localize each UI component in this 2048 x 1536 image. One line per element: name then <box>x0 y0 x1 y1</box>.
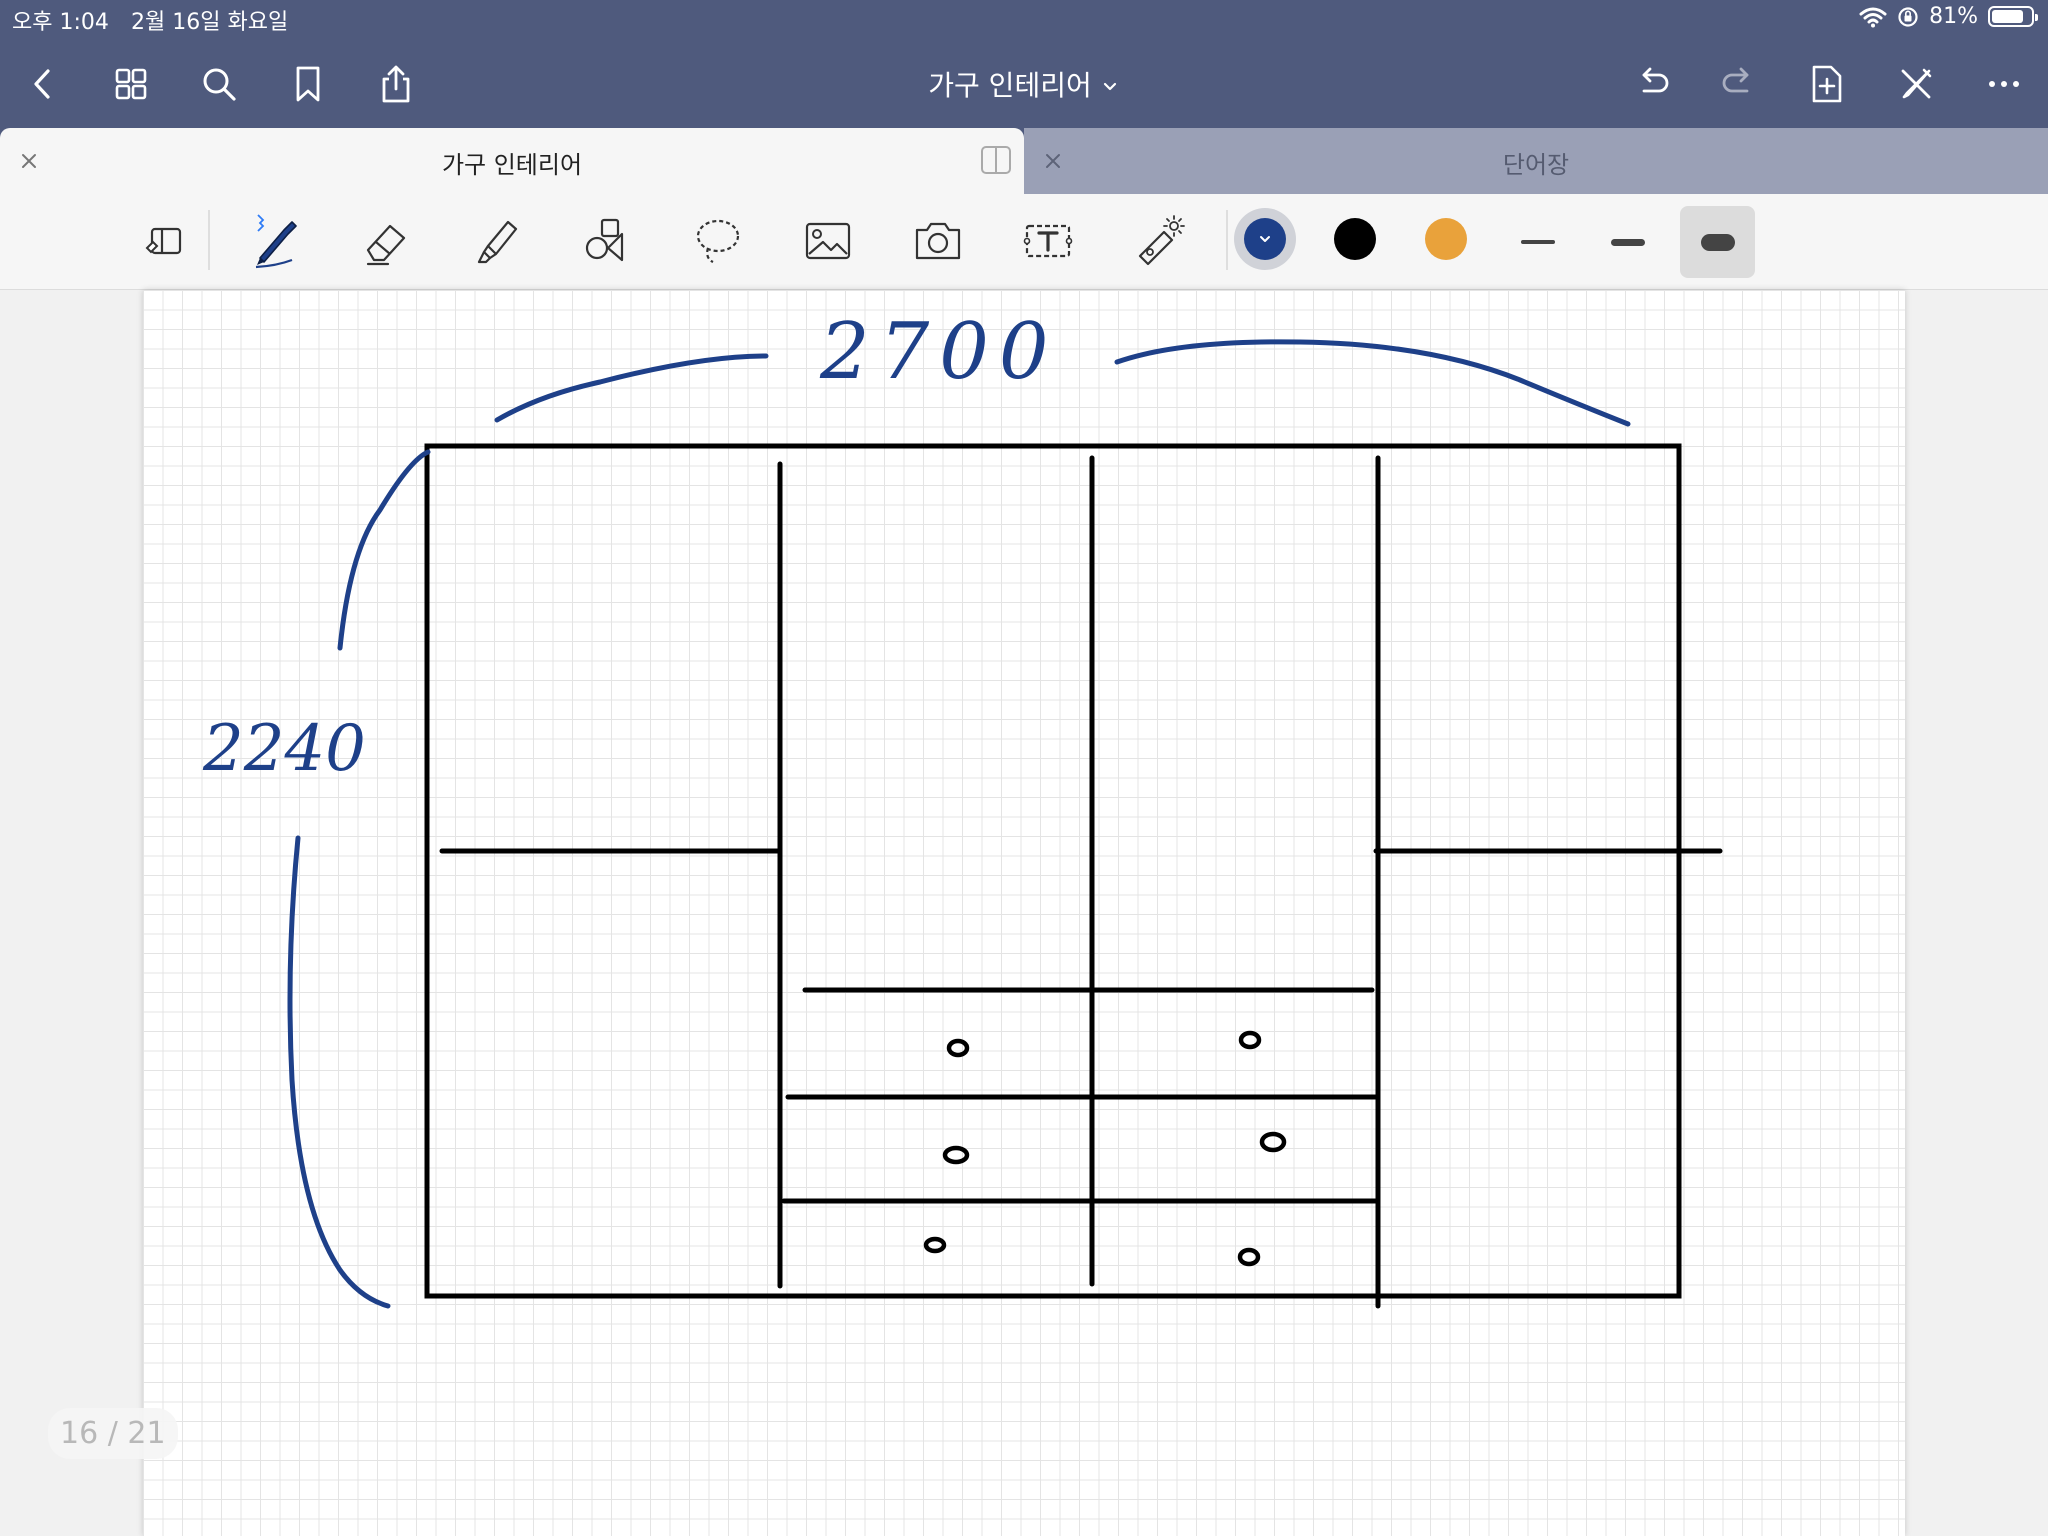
image-tool[interactable] <box>793 208 863 274</box>
lasso-tool[interactable] <box>683 208 753 274</box>
redo-button[interactable] <box>1709 54 1769 114</box>
bookmark-icon <box>296 66 320 102</box>
stroke-width-thin[interactable] <box>1521 240 1555 244</box>
grid-icon <box>115 68 147 100</box>
top-navigation-bar: 오후 1:04 2월 16일 화요일 81% 가구 인테리어 <box>0 0 2048 128</box>
lasso-icon <box>696 219 740 263</box>
note-page-canvas[interactable] <box>143 290 1905 1536</box>
back-icon <box>34 69 50 99</box>
split-view-icon <box>981 146 1011 174</box>
battery-icon <box>1988 6 2038 27</box>
chevron-down-icon <box>1260 236 1270 242</box>
status-time: 오후 1:04 <box>12 10 109 35</box>
tab-vocabulary[interactable]: 단어장 <box>1024 128 2048 194</box>
pen-icon <box>255 214 297 269</box>
laser-pointer-tool[interactable] <box>1124 208 1194 274</box>
toolbar-divider <box>1226 210 1228 270</box>
close-tools-icon <box>1901 68 1932 99</box>
camera-tool[interactable] <box>903 208 973 274</box>
toolbar-divider <box>208 210 210 270</box>
chevron-down-icon <box>1103 82 1116 91</box>
pen-tool[interactable] <box>240 208 310 274</box>
more-icon <box>1989 81 2019 87</box>
orientation-lock-icon <box>1898 6 1918 27</box>
document-title[interactable]: 가구 인테리어 <box>928 64 1119 104</box>
wifi-icon <box>1859 7 1887 27</box>
read-only-icon <box>145 227 182 255</box>
back-button[interactable] <box>13 54 73 114</box>
read-only-mode-button[interactable] <box>130 208 200 274</box>
tab-furniture-interior[interactable]: 가구 인테리어 <box>0 128 1024 194</box>
add-page-button[interactable] <box>1797 54 1857 114</box>
color-swatch-black[interactable] <box>1334 218 1376 260</box>
text-icon <box>1023 224 1073 258</box>
page-counter: 16 / 21 <box>48 1408 178 1459</box>
stroke-width-thick[interactable] <box>1701 234 1735 251</box>
add-page-icon <box>1812 65 1842 103</box>
thumbnails-button[interactable] <box>101 54 161 114</box>
color-swatch-orange[interactable] <box>1425 218 1467 260</box>
shapes-tool[interactable] <box>572 208 642 274</box>
undo-icon <box>1642 67 1669 93</box>
status-indicators: 81% <box>1859 4 2038 29</box>
search-icon <box>203 68 236 101</box>
highlighter-tool[interactable] <box>462 208 532 274</box>
camera-icon <box>915 222 961 260</box>
eraser-tool[interactable] <box>352 208 422 274</box>
tab-label: 단어장 <box>1502 151 1570 179</box>
share-icon <box>382 65 410 103</box>
share-button[interactable] <box>366 54 426 114</box>
tab-label: 가구 인테리어 <box>441 151 583 179</box>
document-title-text: 가구 인테리어 <box>928 69 1092 102</box>
status-date: 2월 16일 화요일 <box>131 10 289 35</box>
color-swatch-blue[interactable] <box>1244 218 1286 260</box>
shapes-icon <box>585 218 624 262</box>
image-icon <box>805 222 851 260</box>
bookmark-button[interactable] <box>278 54 338 114</box>
more-button[interactable] <box>1974 54 2034 114</box>
redo-icon <box>1722 67 1749 93</box>
stroke-width-medium[interactable] <box>1611 239 1645 246</box>
text-tool[interactable] <box>1013 208 1083 274</box>
highlighter-icon <box>477 220 518 264</box>
battery-percentage: 81% <box>1929 4 1978 29</box>
eraser-icon <box>366 224 406 266</box>
toggle-tools-button[interactable] <box>1886 54 1946 114</box>
search-button[interactable] <box>189 54 249 114</box>
split-view-button[interactable] <box>980 145 1012 175</box>
undo-button[interactable] <box>1622 54 1682 114</box>
laser-pointer-icon <box>1138 215 1185 266</box>
tab-bar: 가구 인테리어 단어장 <box>0 128 2048 194</box>
drawing-toolbar <box>0 194 2048 290</box>
